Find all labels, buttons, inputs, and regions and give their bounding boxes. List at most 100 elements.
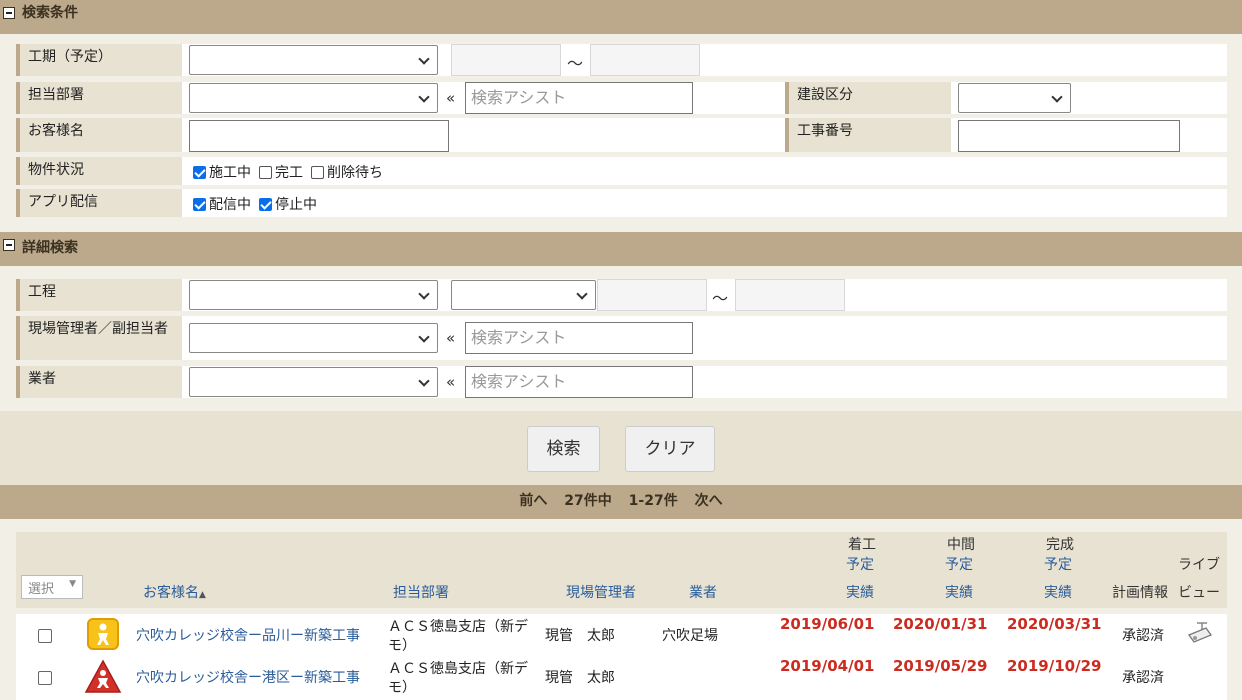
koki-end-date[interactable] <box>590 44 700 76</box>
col-start-actual[interactable]: 実績 <box>846 582 874 602</box>
koki-tilde: ～ <box>567 54 584 73</box>
checkbox[interactable] <box>259 165 272 179</box>
pager-prev[interactable]: 前へ <box>519 493 547 509</box>
col-middle: 中間 <box>947 537 975 553</box>
kensetsu-select[interactable] <box>958 83 1071 113</box>
warning-icon <box>84 659 122 695</box>
manager-select[interactable] <box>189 323 438 353</box>
status-option-sakujo[interactable]: 削除待ち <box>311 162 383 182</box>
chevron-down-icon: ▼ <box>69 579 76 589</box>
pager: 前へ 27件中 1-27件 次へ <box>0 485 1242 519</box>
row-middle-date: 2019/05/29 <box>893 657 988 675</box>
row-manager: 現管 太郎 <box>545 628 615 644</box>
vendor-assist-input[interactable]: 検索アシスト <box>465 366 693 398</box>
sort-asc-icon: ▲ <box>199 590 206 600</box>
customer-label: お客様名 <box>16 118 182 152</box>
col-live-view-2: ビュー <box>1178 585 1220 601</box>
assist-chevron-icon[interactable]: « <box>446 329 455 347</box>
manager-assist-input[interactable]: 検索アシスト <box>465 322 693 354</box>
pager-next[interactable]: 次へ <box>695 493 723 509</box>
process-end-date[interactable] <box>735 279 845 311</box>
search-conditions-header[interactable]: 検索条件 <box>0 0 1242 34</box>
button-bar: 検索 クリア <box>0 411 1242 485</box>
koki-select[interactable] <box>189 45 438 75</box>
process-label: 工程 <box>16 279 182 311</box>
assist-chevron-icon[interactable]: « <box>446 373 455 391</box>
col-middle-actual[interactable]: 実績 <box>945 582 973 602</box>
row-app: アプリ配信 配信中 停止中 <box>16 189 1227 217</box>
assist-chevron-icon[interactable]: « <box>446 89 455 107</box>
row-process: 工程 ～ <box>16 279 1227 311</box>
koki-start-date[interactable] <box>451 44 561 76</box>
row-complete-date: 2020/03/31 <box>1007 615 1102 633</box>
checkbox[interactable] <box>193 165 206 179</box>
col-start-planned[interactable]: 予定 <box>846 554 874 574</box>
process-start-date[interactable] <box>597 279 707 311</box>
row-customer-link[interactable]: 穴吹カレッジ校舎ー品川ー新築工事 <box>136 625 360 645</box>
app-label: アプリ配信 <box>16 189 182 217</box>
collapse-icon[interactable] <box>3 239 15 251</box>
pedestrian-icon <box>87 618 119 650</box>
row-dept: ＡＣＳ徳島支店（新デ <box>388 619 528 635</box>
detail-search-header[interactable]: 詳細検索 <box>0 232 1242 266</box>
koji-label: 工事番号 <box>785 118 951 152</box>
row-vendor: 業者 « 検索アシスト <box>16 366 1227 398</box>
app-option-haishinchu[interactable]: 配信中 <box>193 194 251 214</box>
row-checkbox[interactable] <box>38 629 52 643</box>
clear-button[interactable]: クリア <box>625 426 715 472</box>
row-dept-2: モ） <box>388 680 416 696</box>
status-option-sekochu[interactable]: 施工中 <box>193 162 251 182</box>
col-start: 着工 <box>848 537 876 553</box>
process-sub-select[interactable] <box>451 280 596 310</box>
row-middle-date: 2020/01/31 <box>893 615 988 633</box>
row-koki: 工期（予定） ～ <box>16 44 1227 76</box>
dept-assist-input[interactable]: 検索アシスト <box>465 82 693 114</box>
koji-number-input[interactable] <box>958 120 1180 152</box>
row-checkbox[interactable] <box>38 671 52 685</box>
select-dropdown[interactable]: 選択 ▼ <box>21 575 83 599</box>
col-manager[interactable]: 現場管理者 <box>566 582 636 602</box>
dept-select[interactable] <box>189 83 438 113</box>
app-option-teishichu[interactable]: 停止中 <box>259 194 317 214</box>
row-plan-info: 承認済 <box>1122 670 1164 686</box>
checkbox[interactable] <box>311 165 324 179</box>
camera-icon[interactable] <box>1186 621 1214 651</box>
col-complete-actual[interactable]: 実績 <box>1044 582 1072 602</box>
status-label: 物件状況 <box>16 157 182 185</box>
search-conditions-title: 検索条件 <box>22 5 78 21</box>
col-vendor[interactable]: 業者 <box>689 582 717 602</box>
row-customer-link[interactable]: 穴吹カレッジ校舎ー港区ー新築工事 <box>136 667 360 687</box>
search-button[interactable]: 検索 <box>527 426 600 472</box>
col-middle-planned[interactable]: 予定 <box>945 554 973 574</box>
table-body: 穴吹カレッジ校舎ー品川ー新築工事 ＡＣＳ徳島支店（新デ モ） 現管 太郎 穴吹足… <box>16 614 1227 700</box>
process-tilde: ～ <box>712 289 729 308</box>
app-checkbox-group: 配信中 停止中 <box>193 194 325 214</box>
checkbox[interactable] <box>259 197 272 211</box>
row-status: 物件状況 施工中 完工 削除待ち <box>16 157 1227 185</box>
col-dept[interactable]: 担当部署 <box>393 582 449 602</box>
process-select[interactable] <box>189 280 438 310</box>
pager-count: 27件中 <box>564 493 612 509</box>
row-complete-date: 2019/10/29 <box>1007 657 1102 675</box>
row-dept-2: モ） <box>388 638 416 654</box>
col-complete: 完成 <box>1046 537 1074 553</box>
row-vendor: 穴吹足場 <box>662 628 718 644</box>
col-plan-info: 計画情報 <box>1112 585 1168 601</box>
kensetsu-label: 建設区分 <box>785 82 951 114</box>
koki-label: 工期（予定） <box>16 44 182 76</box>
row-customer: お客様名 工事番号 <box>16 118 1227 152</box>
vendor-label: 業者 <box>16 366 182 398</box>
row-manager: 現管 太郎 <box>545 670 615 686</box>
customer-input[interactable] <box>189 120 449 152</box>
vendor-select[interactable] <box>189 367 438 397</box>
status-checkbox-group: 施工中 完工 削除待ち <box>193 162 391 182</box>
col-live-view-1: ライブ <box>1178 557 1220 573</box>
dept-label: 担当部署 <box>16 82 182 114</box>
status-option-kanko[interactable]: 完工 <box>259 162 303 182</box>
checkbox[interactable] <box>193 197 206 211</box>
collapse-icon[interactable] <box>3 7 15 19</box>
col-customer[interactable]: お客様名▲ <box>143 582 206 602</box>
pager-range: 1-27件 <box>628 493 678 509</box>
col-complete-planned[interactable]: 予定 <box>1044 554 1072 574</box>
row-manager: 現場管理者／副担当者 « 検索アシスト <box>16 316 1227 360</box>
